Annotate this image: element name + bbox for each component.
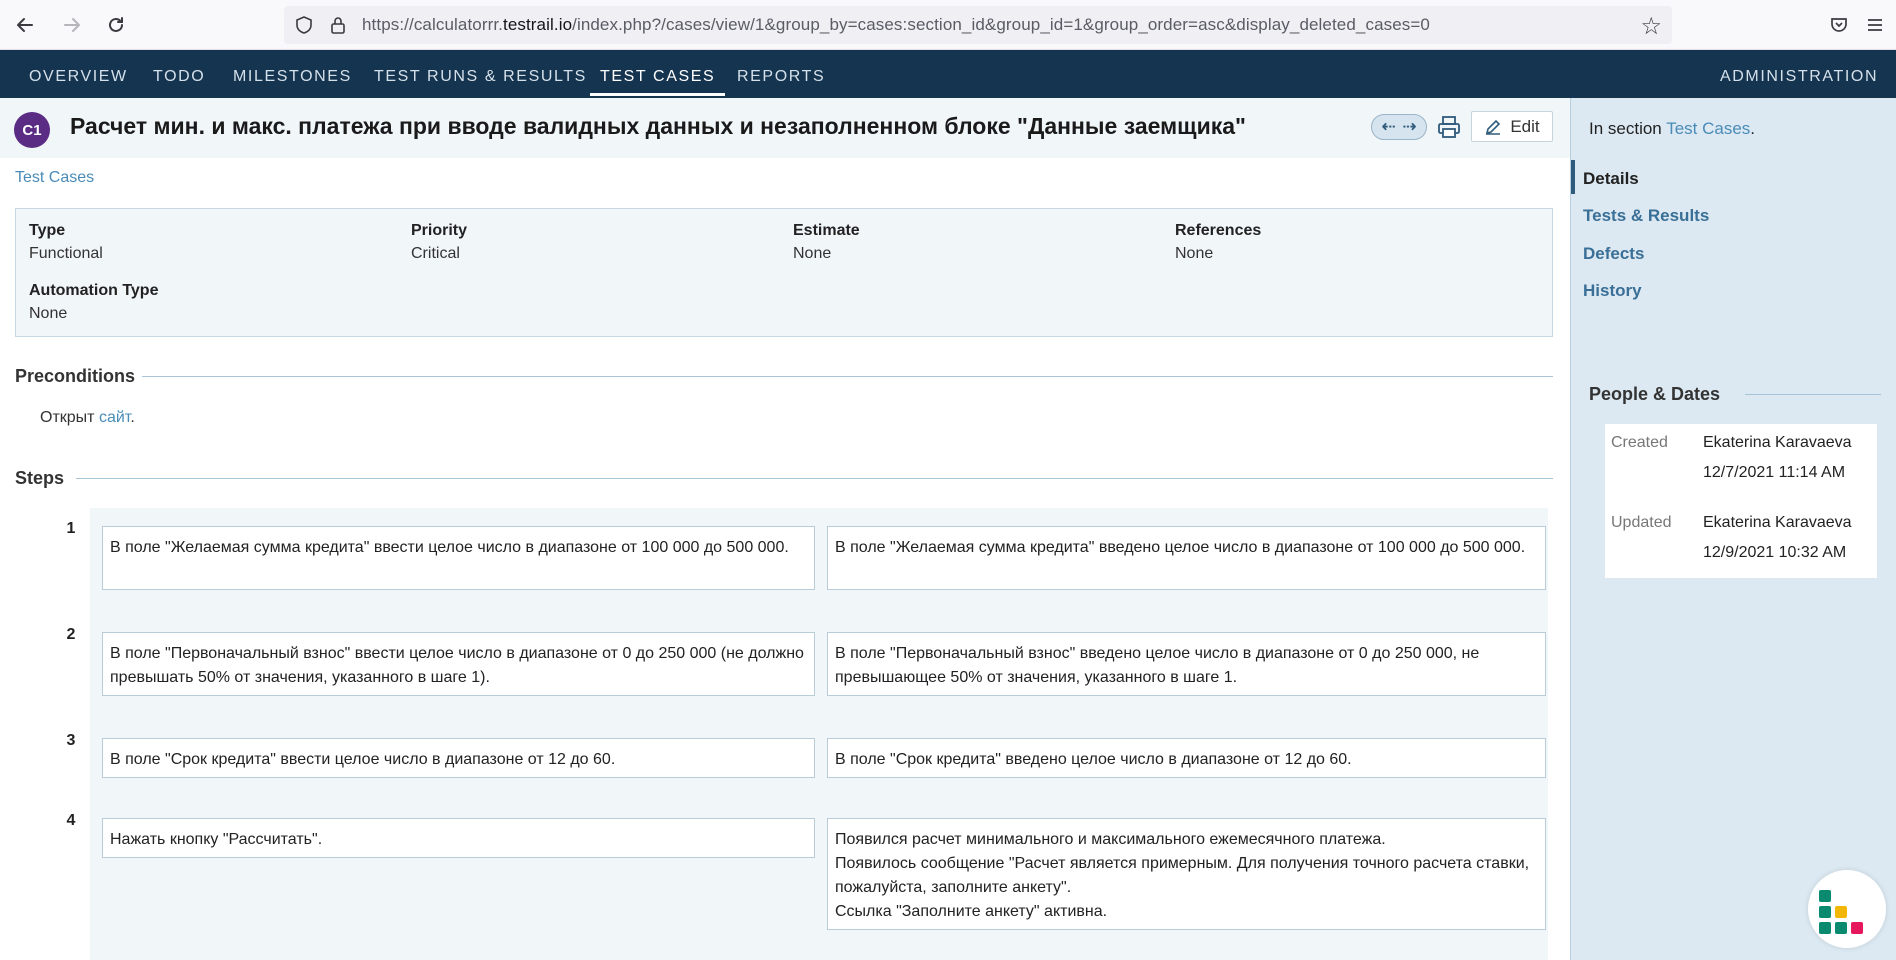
updated-by: Ekaterina Karavaeva (1703, 514, 1852, 531)
tab-test-cases[interactable]: TEST CASES (589, 50, 726, 98)
print-icon[interactable] (1436, 114, 1462, 140)
field-value: Functional (29, 245, 103, 262)
tab-todo[interactable]: TODO (153, 50, 205, 98)
edit-button-label: Edit (1510, 116, 1540, 136)
step-action: В поле "Желаемая сумма кредита" ввести ц… (102, 526, 815, 590)
preconditions-heading: Preconditions (15, 366, 136, 386)
step-action: Нажать кнопку "Рассчитать". (102, 818, 815, 858)
back-arrow-icon[interactable] (10, 10, 40, 40)
created-at: 12/7/2021 11:14 AM (1703, 464, 1846, 481)
previous-case-arrow-icon[interactable]: ⇠ (1381, 117, 1395, 137)
expected-line: Появилось сообщение "Расчет является при… (835, 855, 1530, 896)
tab-administration[interactable]: ADMINISTRATION (1720, 50, 1878, 98)
field-value: Critical (411, 245, 460, 262)
shield-icon[interactable] (294, 15, 314, 35)
address-bar[interactable]: https://calculatorrr.testrail.io/index.p… (284, 6, 1672, 44)
field-label: Estimate (793, 222, 860, 239)
step-action: В поле "Первоначальный взнос" ввести цел… (102, 632, 815, 696)
url-text: https://calculatorrr.testrail.io/index.p… (362, 15, 1430, 34)
field-value: None (29, 305, 68, 322)
sidebar-item-defects[interactable]: Defects (1583, 244, 1644, 264)
sidebar-item-history[interactable]: History (1583, 281, 1642, 301)
people-dates-heading: People & Dates (1589, 384, 1721, 404)
step-number: 3 (52, 723, 90, 761)
preconditions-link[interactable]: сайт (99, 409, 130, 426)
reload-icon[interactable] (101, 10, 131, 40)
sidebar-item-details[interactable]: Details (1583, 169, 1639, 189)
steps-heading: Steps (15, 468, 65, 488)
field-label: Automation Type (29, 282, 159, 299)
step-number: 1 (52, 511, 90, 549)
field-label: References (1175, 222, 1262, 239)
help-widget-icon[interactable] (1808, 870, 1886, 948)
field-estimate: Estimate None (793, 222, 860, 263)
case-header: C1 Расчет мин. и макс. платежа при вводе… (0, 98, 1570, 158)
step-expected: В поле "Желаемая сумма кредита" введено … (827, 526, 1546, 590)
field-label: Priority (411, 222, 468, 239)
case-details-box: Type Functional Priority Critical Estima… (15, 208, 1553, 337)
breadcrumb[interactable]: Test Cases (15, 169, 94, 187)
preconditions-text: Открыт сайт. (40, 409, 135, 426)
divider (76, 478, 1553, 479)
active-indicator (1571, 160, 1575, 194)
menu-icon[interactable] (1862, 12, 1888, 38)
field-type: Type Functional (29, 222, 103, 263)
created-by: Ekaterina Karavaeva (1703, 434, 1852, 451)
page-title: Расчет мин. и макс. платежа при вводе ва… (70, 113, 1246, 139)
divider (142, 376, 1553, 377)
created-label: Created (1611, 434, 1668, 451)
step-number: 4 (52, 803, 90, 841)
people-dates-box: Created Ekaterina Karavaeva 12/7/2021 11… (1605, 424, 1877, 578)
in-section-text: In section Test Cases. (1589, 119, 1756, 138)
divider (1745, 394, 1881, 395)
expected-line: Ссылка "Заполните анкету" активна. (835, 903, 1108, 920)
field-value: None (793, 245, 832, 262)
expected-line: Появился расчет минимального и максималь… (835, 831, 1386, 848)
forward-arrow-icon[interactable] (57, 10, 87, 40)
field-label: Type (29, 222, 66, 239)
field-references: References None (1175, 222, 1261, 263)
tab-overview[interactable]: OVERVIEW (29, 50, 128, 98)
main-navigation: OVERVIEW TODO MILESTONES TEST RUNS & RES… (0, 50, 1896, 98)
tab-milestones[interactable]: MILESTONES (233, 50, 352, 98)
field-value: None (1175, 245, 1214, 262)
step-number: 2 (52, 617, 90, 655)
section-link[interactable]: Test Cases (1666, 119, 1750, 138)
next-case-arrow-icon[interactable]: ⇢ (1402, 117, 1416, 137)
lock-icon[interactable] (328, 15, 348, 35)
sidebar-item-tests-results[interactable]: Tests & Results (1583, 206, 1709, 226)
updated-label: Updated (1611, 514, 1672, 531)
edit-button[interactable]: Edit (1471, 111, 1553, 142)
field-automation-type: Automation Type None (29, 282, 158, 323)
pocket-icon[interactable] (1826, 12, 1852, 38)
main-content: C1 Расчет мин. и макс. платежа при вводе… (0, 98, 1570, 960)
sidebar: In section Test Cases. Details Tests & R… (1570, 98, 1896, 960)
tab-reports[interactable]: REPORTS (737, 50, 825, 98)
case-id-badge: C1 (14, 112, 50, 148)
browser-toolbar: https://calculatorrr.testrail.io/index.p… (0, 0, 1896, 50)
step-expected: Появился расчет минимального и максималь… (827, 818, 1546, 930)
pencil-icon (1486, 119, 1501, 135)
bookmark-star-icon[interactable]: ☆ (1640, 12, 1662, 41)
step-expected: В поле "Срок кредита" введено целое числ… (827, 738, 1546, 778)
step-action: В поле "Срок кредита" ввести целое число… (102, 738, 815, 778)
step-expected: В поле "Первоначальный взнос" введено це… (827, 632, 1546, 696)
updated-at: 12/9/2021 10:32 AM (1703, 544, 1847, 561)
case-navigation: ⇠ ⇢ (1371, 114, 1427, 140)
field-priority: Priority Critical (411, 222, 467, 263)
tab-test-runs-results[interactable]: TEST RUNS & RESULTS (374, 50, 587, 98)
